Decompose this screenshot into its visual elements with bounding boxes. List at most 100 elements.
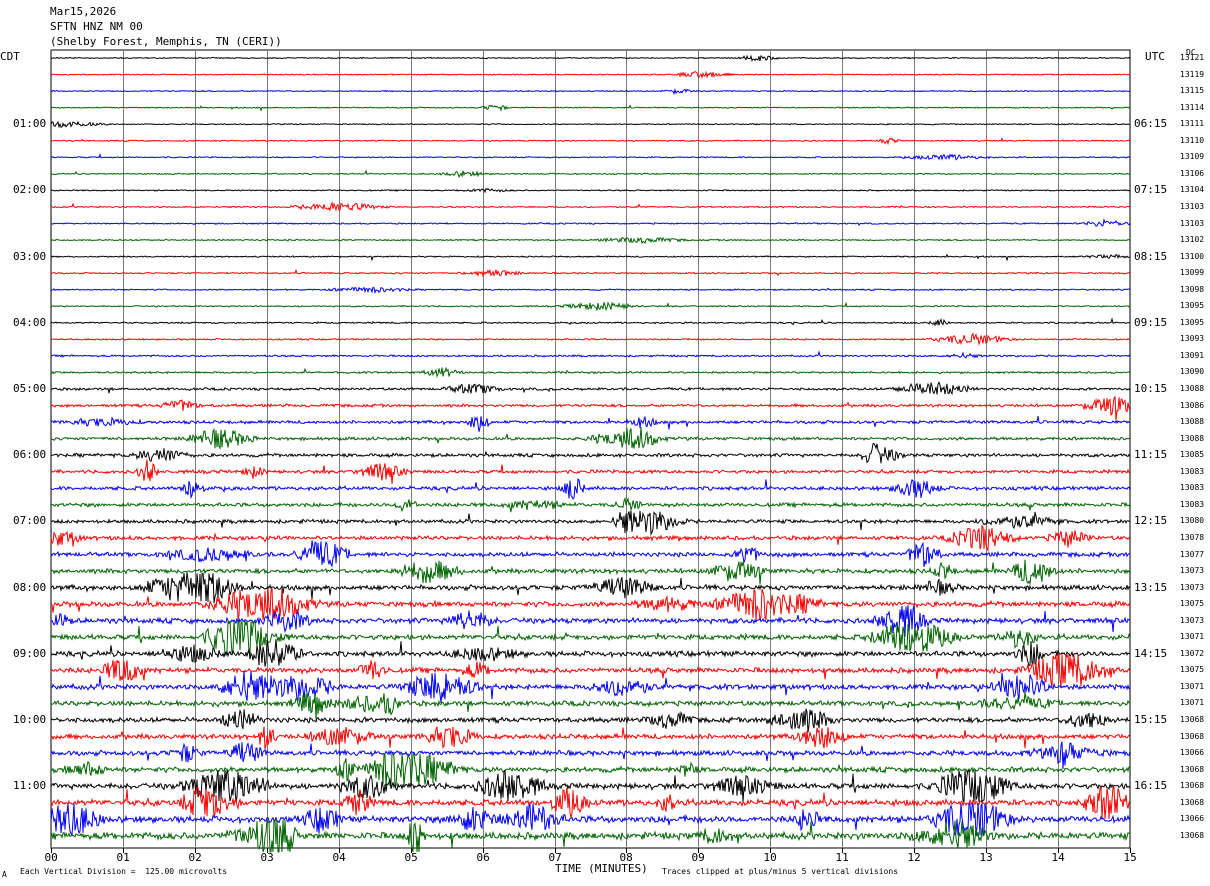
dc-offset-label: 13121 — [1180, 53, 1205, 62]
utc-hour-label: 10:15 — [1134, 382, 1168, 395]
clip-note: Traces clipped at plus/minus 5 vertical … — [662, 867, 899, 876]
utc-hour-label: 11:15 — [1134, 448, 1168, 462]
seismic-trace — [50, 653, 1131, 687]
dc-offset-label: 13099 — [1180, 268, 1205, 278]
cdt-hour-label: 05:00 — [13, 382, 47, 395]
seismic-trace — [51, 169, 1131, 178]
dc-offset-label: 13068 — [1180, 830, 1205, 840]
dc-offset-label: 13068 — [1180, 797, 1205, 807]
seismic-trace — [50, 478, 1131, 500]
dc-offset-label: 13102 — [1180, 235, 1205, 245]
seismic-trace — [50, 286, 1131, 295]
dc-offset-label: 13088 — [1180, 384, 1205, 393]
cdt-hour-label: 11:00 — [13, 779, 47, 793]
seismic-trace — [50, 427, 1131, 450]
dc-offset-label: 13068 — [1180, 781, 1205, 791]
seismic-trace — [51, 153, 1131, 161]
seismic-trace — [50, 510, 1131, 536]
plot-frame — [50, 49, 1131, 849]
dc-offset-label: 13066 — [1180, 814, 1205, 824]
utc-hour-label: 13:15 — [1134, 580, 1168, 594]
dc-offset-label: 13106 — [1180, 168, 1205, 178]
dc-offset-label: 13086 — [1180, 400, 1205, 410]
dc-offset-label: 13109 — [1180, 152, 1205, 162]
utc-label: UTC — [1145, 50, 1165, 63]
cdt-hour-label: 07:00 — [13, 514, 47, 528]
dc-offset-label: 13104 — [1180, 185, 1205, 195]
scale-note: Each Vertical Division = 125.00 microvol… — [20, 867, 228, 876]
seismic-trace — [50, 395, 1131, 421]
seismic-trace — [50, 708, 1131, 733]
seismic-trace — [50, 187, 1131, 194]
seismic-trace — [50, 366, 1131, 379]
utc-hour-label: 09:15 — [1134, 315, 1168, 329]
cdt-hour-label: 08:00 — [13, 580, 47, 594]
seismic-trace — [50, 301, 1130, 312]
cdt-hour-label: 10:00 — [13, 713, 47, 726]
seismic-trace — [50, 524, 1131, 552]
dc-offset-label: 13095 — [1180, 317, 1205, 327]
dc-offset-label: 13085 — [1180, 450, 1205, 460]
dc-offset-label: 13103 — [1180, 218, 1205, 228]
corner-mark: A — [2, 870, 7, 879]
seismic-trace — [50, 87, 1131, 96]
seismic-trace — [50, 741, 1131, 770]
dc-offset-label: 13103 — [1180, 201, 1205, 211]
seismic-trace — [50, 415, 1131, 432]
x-tick-label: 01 — [116, 851, 130, 864]
dc-offset-label: 13066 — [1180, 748, 1205, 758]
seismic-trace — [50, 268, 1131, 278]
seismic-trace — [50, 54, 1131, 62]
x-tick-label: 15 — [1123, 851, 1137, 864]
seismic-trace — [50, 317, 1131, 327]
x-tick-label: 03 — [260, 851, 274, 864]
dc-offset-label: 13088 — [1180, 417, 1205, 427]
x-tick-label: 09 — [691, 851, 705, 864]
seismic-trace — [50, 350, 1131, 359]
dc-offset-label: 13114 — [1180, 102, 1205, 112]
dc-offset-label: 13093 — [1180, 334, 1205, 344]
dc-offset-label: 13073 — [1180, 582, 1205, 592]
seismic-trace — [50, 137, 1131, 146]
seismic-trace — [50, 70, 1130, 80]
seismic-trace — [50, 496, 1131, 513]
seismic-trace — [50, 442, 1131, 464]
x-axis-title: TIME (MINUTES) — [555, 862, 648, 875]
x-tick-label: 13 — [979, 851, 993, 864]
cdt-hour-label: 03:00 — [13, 249, 47, 263]
dc-offset-label: 13080 — [1180, 516, 1205, 526]
dc-offset-label: 13071 — [1180, 698, 1205, 708]
dc-offset-label: 13119 — [1180, 69, 1205, 79]
dc-offset-label: 13111 — [1180, 119, 1205, 129]
x-tick-label: 10 — [763, 851, 777, 864]
dc-offset-label: 13090 — [1180, 367, 1205, 377]
cdt-hour-label: 06:00 — [13, 448, 47, 462]
utc-hour-label: 06:15 — [1134, 117, 1168, 131]
dc-offset-label: 13073 — [1180, 566, 1205, 576]
dc-offset-label: 13083 — [1180, 483, 1205, 493]
dc-offset-label: 13110 — [1180, 135, 1205, 145]
seismic-trace — [50, 605, 1131, 637]
utc-hour-label: 15:15 — [1134, 713, 1168, 726]
cdt-hour-label: 04:00 — [13, 315, 47, 329]
x-tick-label: 11 — [835, 851, 849, 864]
seismic-trace — [50, 587, 1131, 621]
seismic-trace — [50, 691, 1131, 720]
x-tick-label: 04 — [332, 851, 346, 864]
x-tick-label: 06 — [476, 851, 490, 864]
seismic-trace — [50, 236, 1131, 245]
x-tick-label: 14 — [1051, 851, 1065, 864]
dc-offset-label: 13072 — [1180, 648, 1205, 658]
cdt-hour-label: 09:00 — [13, 646, 47, 660]
seismic-trace — [50, 201, 1131, 212]
seismic-trace — [50, 540, 1131, 568]
seismic-trace — [50, 670, 1131, 703]
seismic-traces — [50, 54, 1131, 853]
dc-offset-label: 13100 — [1180, 251, 1205, 261]
dc-offset-label: 13073 — [1180, 615, 1205, 625]
dc-offset-label: 13078 — [1180, 532, 1205, 542]
seismic-trace — [50, 253, 1131, 262]
dc-offset-label: 13075 — [1180, 665, 1205, 675]
dc-offset-label: 13083 — [1180, 499, 1205, 509]
utc-hour-label: 14:15 — [1134, 646, 1168, 660]
